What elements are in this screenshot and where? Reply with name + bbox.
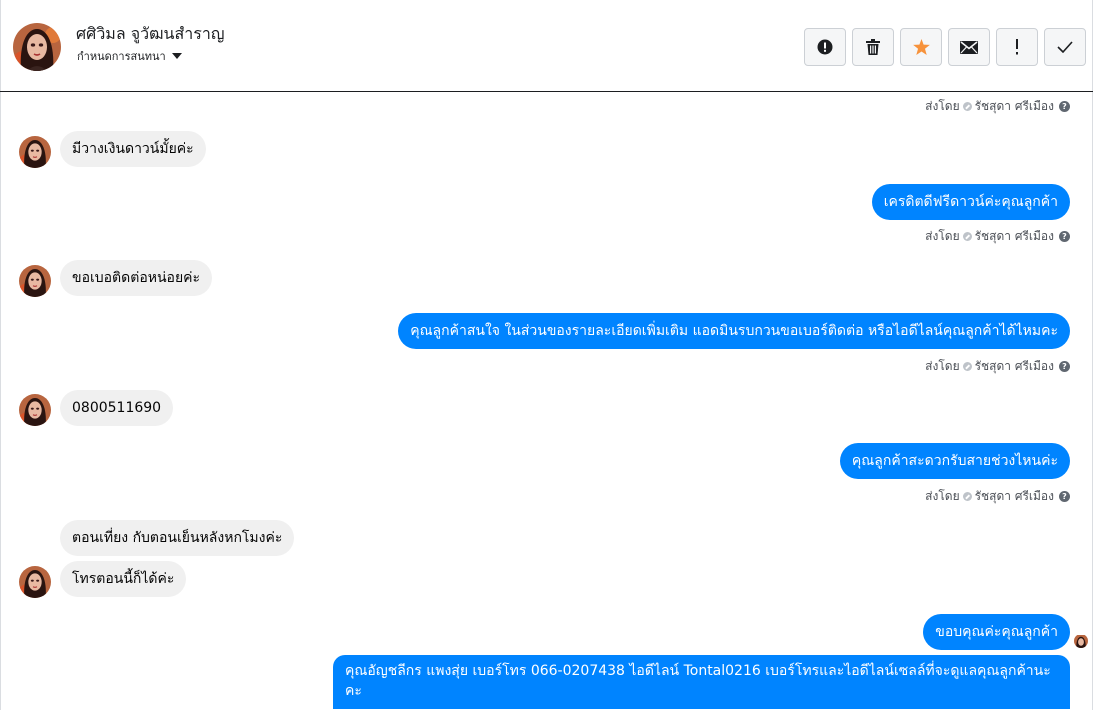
contact-avatar-small[interactable] (19, 136, 51, 168)
sent-by-prefix: ส่งโดย (925, 359, 960, 373)
contact-avatar-small[interactable] (19, 394, 51, 426)
incoming-message[interactable]: มีวางเงินดาวน์มั้ยค่ะ (60, 131, 206, 167)
delete-button[interactable] (852, 28, 894, 66)
contact-name: ศศิวิมล จูวัฒนสำราญ (76, 24, 225, 43)
conversation-schedule-dropdown[interactable]: กำหนดการสนทนา (77, 47, 182, 65)
mark-spam-button[interactable] (804, 28, 846, 66)
star-button[interactable] (900, 28, 942, 66)
action-toolbar (804, 28, 1086, 66)
outgoing-message[interactable]: คุณลูกค้าสะดวกรับสายช่วงไหนค่ะ (839, 443, 1070, 479)
help-icon[interactable]: ? (1059, 361, 1070, 372)
sent-by-label: ส่งโดย รัชสุดา ศรีเมือง ? (925, 227, 1070, 246)
alert-circle-icon (817, 39, 833, 55)
incoming-message[interactable]: 0800511690 (60, 390, 174, 426)
sent-by-agent[interactable]: รัชสุดา ศรีเมือง (975, 227, 1054, 246)
incoming-message[interactable]: ขอเบอติดต่อหน่อยค่ะ (60, 260, 213, 296)
sent-by-label: ส่งโดย รัชสุดา ศรีเมือง ? (925, 97, 1070, 116)
outgoing-message[interactable]: ขอบคุณค่ะคุณลูกค้า (923, 614, 1070, 650)
contact-avatar-small[interactable] (19, 265, 51, 297)
sent-by-agent[interactable]: รัชสุดา ศรีเมือง (975, 487, 1054, 506)
sent-by-prefix: ส่งโดย (925, 99, 960, 113)
star-icon (912, 39, 930, 55)
sent-by-agent[interactable]: รัชสุดา ศรีเมือง (975, 97, 1054, 116)
mark-important-button[interactable] (996, 28, 1038, 66)
caret-down-icon (171, 53, 182, 59)
help-icon[interactable]: ? (1059, 491, 1070, 502)
agent-check-icon (962, 362, 972, 371)
mark-unread-button[interactable] (948, 28, 990, 66)
agent-check-icon (962, 232, 972, 241)
incoming-message[interactable]: โทรตอนนี้ก็ได้ค่ะ (60, 561, 187, 597)
schedule-label: กำหนดการสนทนา (77, 50, 166, 63)
sent-by-label: ส่งโดย รัชสุดา ศรีเมือง ? (925, 357, 1070, 376)
seen-by-avatar (1074, 634, 1088, 648)
sent-by-label: ส่งโดย รัชสุดา ศรีเมือง ? (925, 487, 1070, 506)
agent-check-icon (962, 102, 972, 111)
conversation-header: ศศิวิมล จูวัฒนสำราญ กำหนดการสนทนา (0, 0, 1093, 92)
outgoing-message[interactable]: คุณลูกค้าสนใจ ในส่วนของรายละเอียดเพิ่มเต… (398, 313, 1070, 349)
agent-check-icon (962, 492, 972, 501)
sent-by-prefix: ส่งโดย (925, 229, 960, 243)
sent-by-agent[interactable]: รัชสุดา ศรีเมือง (975, 357, 1054, 376)
check-icon (1057, 41, 1073, 53)
outgoing-message[interactable]: เครดิตดีฟรีดาวน์ค่ะคุณลูกค้า (871, 184, 1070, 220)
contact-avatar[interactable] (13, 23, 61, 71)
help-icon[interactable]: ? (1059, 101, 1070, 112)
help-icon[interactable]: ? (1059, 231, 1070, 242)
mark-done-button[interactable] (1044, 28, 1086, 66)
message-thread: ส่งโดย รัชสุดา ศรีเมือง ? มีวางเงินดาวน์… (0, 92, 1093, 710)
contact-avatar-small[interactable] (19, 566, 51, 598)
outgoing-message[interactable]: คุณอัญชลีกร แพงสุ่ย เบอร์โทร 066-0207438… (333, 655, 1070, 709)
trash-icon (866, 39, 880, 55)
sent-by-prefix: ส่งโดย (925, 489, 960, 503)
incoming-message[interactable]: ตอนเที่ยง กับตอนเย็นหลังหกโมงค่ะ (60, 520, 295, 556)
envelope-icon (960, 40, 978, 54)
exclamation-icon (1016, 39, 1018, 55)
